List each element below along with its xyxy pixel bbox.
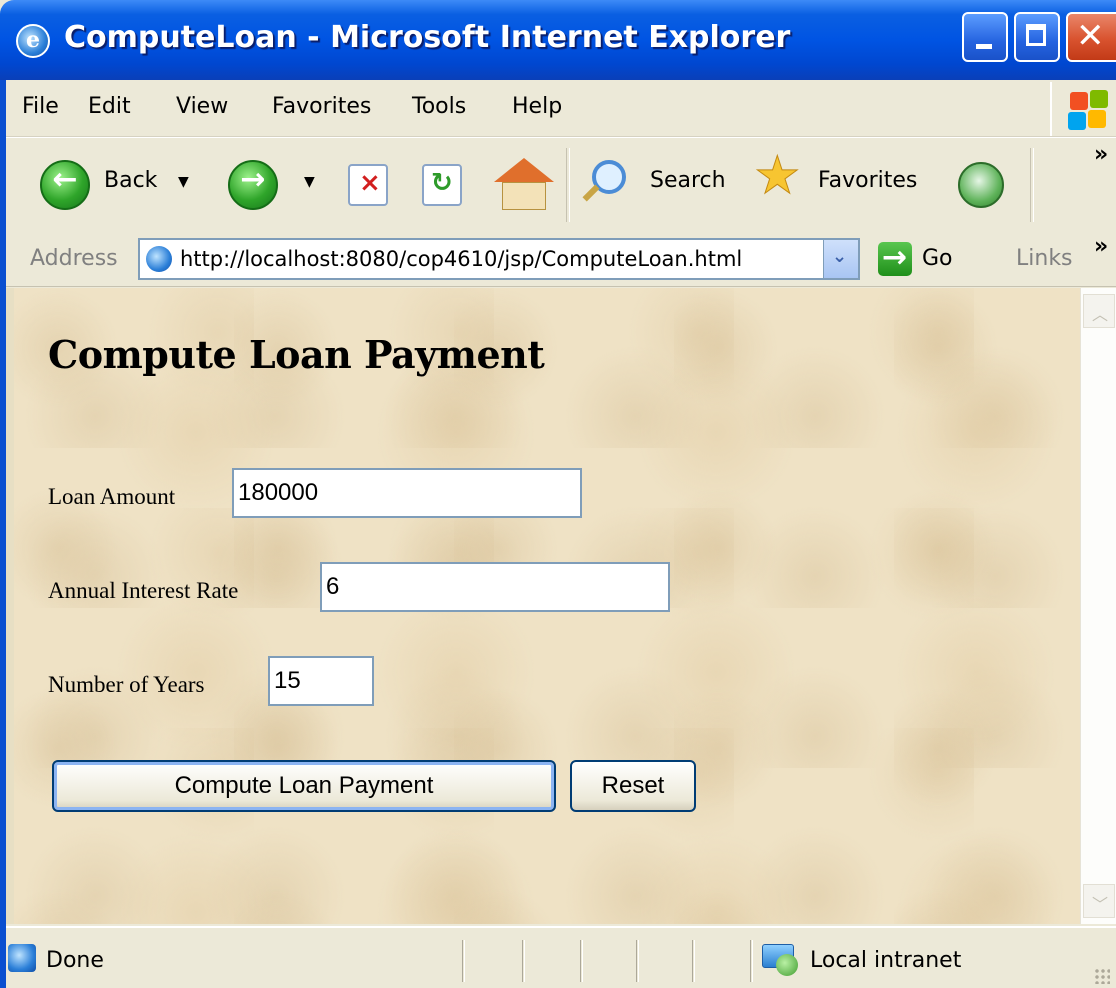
menu-edit[interactable]: Edit	[88, 94, 131, 119]
history-icon[interactable]	[958, 162, 1004, 208]
loan-amount-input[interactable]	[232, 468, 582, 518]
interest-rate-input[interactable]	[320, 562, 670, 612]
links-label[interactable]: Links	[1016, 246, 1073, 271]
page-content: Compute Loan Payment Loan Amount Annual …	[14, 288, 1080, 924]
menu-help[interactable]: Help	[512, 94, 562, 119]
maximize-button[interactable]	[1014, 12, 1060, 62]
address-url[interactable]: http://localhost:8080/cop4610/jsp/Comput…	[180, 247, 742, 271]
toolbar-separator	[1030, 148, 1034, 222]
home-icon-body[interactable]	[502, 182, 546, 210]
address-input[interactable]: http://localhost:8080/cop4610/jsp/Comput…	[138, 238, 860, 280]
go-arrow-icon[interactable]: →	[878, 240, 912, 276]
page-favicon-icon	[146, 246, 172, 272]
go-button-label[interactable]: Go	[922, 246, 953, 271]
page-title: Compute Loan Payment	[48, 332, 545, 377]
windows-logo-icon	[1050, 82, 1116, 136]
browser-window: e ComputeLoan - Microsoft Internet Explo…	[0, 0, 1116, 988]
title-bar[interactable]: e ComputeLoan - Microsoft Internet Explo…	[0, 0, 1116, 80]
refresh-icon[interactable]: ↻	[422, 164, 462, 206]
window-title: ComputeLoan - Microsoft Internet Explore…	[64, 20, 791, 55]
security-zone-text: Local intranet	[810, 948, 962, 973]
address-label: Address	[30, 246, 118, 271]
menu-file[interactable]: File	[22, 94, 59, 119]
ie-icon: e	[16, 24, 50, 58]
resize-grip-icon[interactable]	[1094, 968, 1110, 984]
search-button-label[interactable]: Search	[650, 168, 726, 193]
menu-favorites[interactable]: Favorites	[272, 94, 371, 119]
reset-button[interactable]: Reset	[570, 760, 696, 812]
scroll-up-icon[interactable]: ︿	[1083, 294, 1115, 328]
menu-view[interactable]: View	[176, 94, 228, 119]
compute-loan-payment-button[interactable]: Compute Loan Payment	[52, 760, 556, 812]
favorites-button-label[interactable]: Favorites	[818, 168, 917, 193]
status-divider	[636, 940, 639, 982]
years-input[interactable]	[268, 656, 374, 706]
close-icon: ✕	[1076, 16, 1105, 56]
address-dropdown-icon[interactable]: ⌄	[823, 240, 858, 278]
toolbar-separator	[566, 148, 570, 222]
window-border-left	[0, 80, 6, 988]
toolbar: ← Back ▼ → ▼ × ↻ Search ★ Favorites »	[0, 137, 1116, 233]
status-divider	[580, 940, 583, 982]
forward-dropdown-icon[interactable]: ▼	[304, 174, 315, 190]
back-arrow-icon[interactable]: ←	[40, 160, 90, 210]
minimize-button[interactable]	[962, 12, 1008, 62]
address-bar: Address http://localhost:8080/cop4610/js…	[0, 232, 1116, 287]
status-divider	[462, 940, 465, 982]
interest-rate-label: Annual Interest Rate	[48, 578, 239, 603]
back-dropdown-icon[interactable]: ▼	[178, 174, 189, 190]
page-status-icon	[8, 944, 36, 972]
local-intranet-icon	[762, 942, 800, 976]
links-more-icon[interactable]: »	[1094, 234, 1108, 259]
scroll-down-icon[interactable]: ﹀	[1083, 884, 1115, 918]
stop-icon[interactable]: ×	[348, 164, 388, 206]
toolbar-more-icon[interactable]: »	[1094, 142, 1108, 167]
forward-arrow-icon[interactable]: →	[228, 160, 278, 210]
back-button-label[interactable]: Back	[104, 168, 157, 193]
vertical-scrollbar[interactable]: ︿ ﹀	[1080, 288, 1116, 924]
menu-bar: File Edit View Favorites Tools Help	[0, 80, 1116, 137]
status-divider	[692, 940, 695, 982]
status-text: Done	[46, 948, 104, 973]
loan-amount-label: Loan Amount	[48, 484, 176, 509]
menu-tools[interactable]: Tools	[412, 94, 466, 119]
status-bar: Done Local intranet	[0, 926, 1116, 988]
status-divider	[750, 940, 753, 982]
status-divider	[522, 940, 525, 982]
years-label: Number of Years	[48, 672, 205, 697]
home-icon[interactable]	[494, 158, 554, 182]
search-icon-handle	[582, 184, 600, 202]
close-button[interactable]: ✕	[1066, 12, 1116, 62]
favorites-star-icon[interactable]: ★	[754, 150, 802, 203]
